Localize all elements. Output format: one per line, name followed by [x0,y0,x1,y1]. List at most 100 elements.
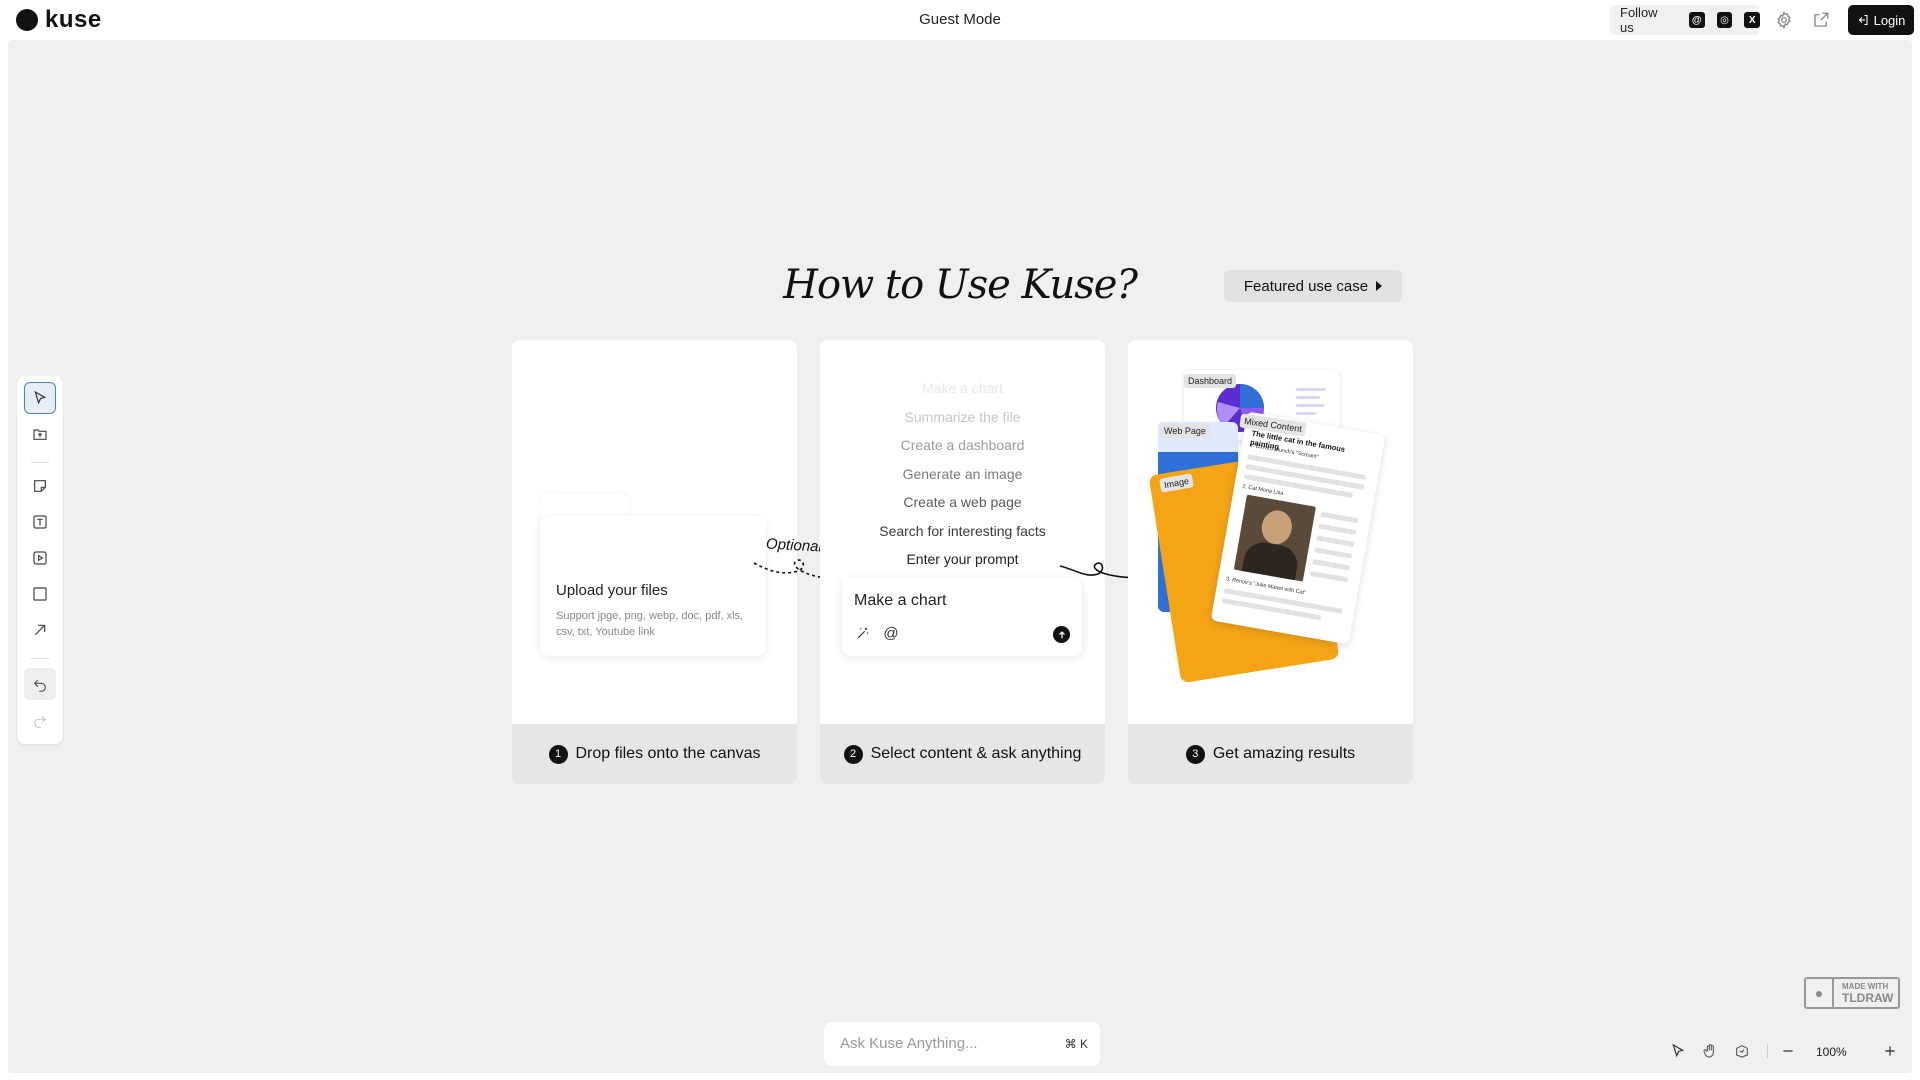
sticky-note-tool-button[interactable] [24,470,56,502]
featured-use-case-button[interactable]: Featured use case [1224,270,1402,302]
plus-icon [1885,1046,1895,1056]
mode-label: Guest Mode [919,11,1001,28]
threads-icon[interactable]: @ [1688,12,1705,28]
rectangle-icon [33,587,47,601]
results-collage: Dashboard Web Page Image The little cat … [1128,340,1413,724]
cursor-icon [34,390,47,405]
pointer-mode-button[interactable] [1667,1040,1689,1062]
instagram-icon[interactable]: ◎ [1716,12,1733,28]
external-link-icon[interactable] [1810,9,1832,31]
webpage-tag: Web Page [1160,424,1210,438]
legend-line [1296,396,1320,399]
select-tool-button[interactable] [24,382,56,414]
media-tool-button[interactable] [24,542,56,574]
made-with-tldraw-badge[interactable]: ● MADE WITH TLDRAW [1804,977,1900,1009]
step-number-badge: 3 [1185,744,1205,764]
hand-icon [1703,1044,1714,1058]
settings-gear-icon[interactable] [1773,9,1795,31]
optional-label: Optional [765,535,823,556]
step-footer: 1 Drop files onto the canvas [512,724,797,784]
sticky-note-icon [34,480,46,492]
text-line [1311,559,1351,571]
login-label: Login [1873,12,1906,28]
x-icon[interactable]: X [1744,12,1760,28]
text-line [1314,547,1353,559]
left-toolbar [17,376,63,744]
prompt-suggestion: Search for interesting facts [879,522,1046,539]
minimap-button[interactable] [1731,1040,1753,1062]
toolbar-divider [31,462,49,463]
step-label: Get amazing results [1212,745,1356,762]
map-icon [1736,1045,1748,1058]
minus-icon [1783,1050,1793,1052]
logo-text: kuse [45,6,102,33]
prompt-suggestion: Summarize the file [904,408,1021,425]
rectangle-tool-button[interactable] [24,578,56,610]
featured-use-case-label: Featured use case [1243,277,1369,295]
login-button[interactable]: Login [1848,5,1914,35]
magic-wand-icon[interactable] [854,624,872,642]
zoom-level[interactable]: 100% [1816,1045,1847,1059]
legend-line [1296,412,1316,415]
kuse-logo[interactable]: kuse [16,8,102,32]
tldraw-small-text: MADE WITH [1842,981,1889,991]
redo-icon [34,715,47,728]
painting-body-shape [1241,539,1301,582]
navigation-controls: 100% [1666,1040,1906,1066]
keyboard-shortcut-hint: ⌘ K [1064,1037,1088,1051]
step-footer: 3 Get amazing results [1128,724,1413,784]
zoom-in-button[interactable] [1879,1040,1901,1062]
step-label: Drop files onto the canvas [575,745,761,762]
folder-upload-icon [33,429,47,440]
prompt-input-text[interactable]: Make a chart [854,592,946,610]
nav-divider [1767,1044,1768,1058]
dashboard-tag: Dashboard [1184,374,1237,388]
step-number-badge: 2 [843,744,863,764]
toolbar-divider [31,658,49,659]
page-title: How to Use Kuse? [783,262,1138,308]
tldraw-logo-icon: ● [1806,979,1834,1007]
redo-button[interactable] [24,704,56,736]
prompt-suggestion-list: Make a chart Summarize the file Create a… [820,374,1105,574]
folder-body: Upload your files Support jpge, png, web… [540,516,766,656]
text-line [1318,523,1357,536]
hand-pan-button[interactable] [1699,1040,1721,1062]
prompt-input-box[interactable]: Make a chart @ [842,578,1082,656]
step-label: Select content & ask anything [870,745,1082,762]
play-square-icon [33,551,47,565]
mona-lisa-cat-image [1233,494,1316,582]
step-footer: 2 Select content & ask anything [820,724,1105,784]
text-tool-button[interactable] [24,506,56,538]
ask-kuse-input[interactable]: Ask Kuse Anything... ⌘ K [824,1022,1100,1066]
text-icon [33,515,47,529]
tldraw-text: MADE WITH TLDRAW [1834,982,1893,1005]
ask-placeholder[interactable]: Ask Kuse Anything... [840,1035,978,1052]
upload-folder[interactable]: Upload your files Support jpge, png, web… [540,494,766,656]
undo-button[interactable] [24,668,56,700]
logo-dot-icon [16,9,38,31]
arrow-up-icon [1058,630,1065,638]
prompt-suggestion: Create a dashboard [900,437,1025,453]
zoom-out-button[interactable] [1777,1040,1799,1062]
legend-line [1296,388,1326,391]
prompt-suggestion: Create a web page [903,494,1022,510]
upload-subtitle: Support jpge, png, webp, doc, pdf, xls, … [556,610,744,638]
prompt-suggestion: Generate an image [902,465,1023,482]
upload-title: Upload your files [556,582,668,599]
send-arrow-button[interactable] [1053,626,1070,643]
cursor-icon [1672,1043,1685,1058]
text-line [1316,535,1355,547]
top-bar: kuse Guest Mode Follow us @ ◎ X Login [0,0,1920,40]
follow-us-label: Follow us [1620,5,1658,35]
legend-line [1296,404,1324,407]
prompt-suggestion: Make a chart [922,380,1003,396]
tldraw-big-text: TLDRAW [1842,990,1894,1005]
upload-tool-button[interactable] [24,418,56,450]
mention-at-icon[interactable]: @ [882,624,900,642]
step-number-badge: 1 [548,744,568,764]
login-icon [1858,14,1868,26]
text-line [1309,570,1349,583]
arrow-tool-button[interactable] [24,614,56,646]
painting-face-shape [1259,507,1295,547]
play-triangle-icon [1376,281,1383,291]
